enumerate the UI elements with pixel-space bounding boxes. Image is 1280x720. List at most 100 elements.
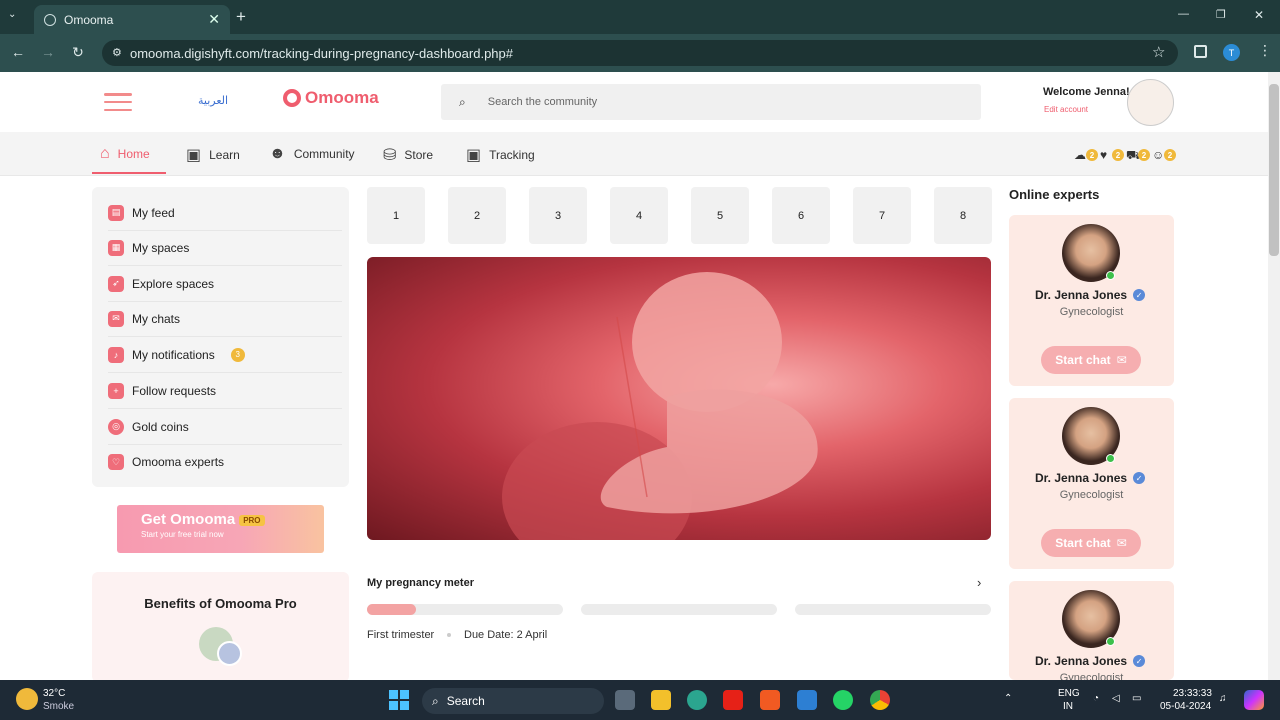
week-button[interactable]: 3	[529, 187, 587, 244]
whatsapp-icon[interactable]	[833, 690, 853, 710]
brave-icon[interactable]	[760, 690, 780, 710]
expert-card: Dr. Jenna Jones ✓ Gynecologist Start chat…	[1009, 398, 1174, 569]
week-button[interactable]: 7	[853, 187, 911, 244]
sidebar-item-label: My notifications	[132, 347, 215, 362]
sidebar-item-my-feed[interactable]: ▤ My feed	[108, 195, 342, 231]
friends-icon[interactable]: ☺ 2	[1152, 148, 1176, 164]
nav-store-label: Store	[404, 148, 434, 162]
forward-icon[interactable]: →	[38, 44, 58, 60]
week-button[interactable]: 8	[934, 187, 992, 244]
chevron-right-icon[interactable]: ›	[977, 575, 981, 590]
file-explorer-icon[interactable]	[651, 690, 671, 710]
verified-icon: ✓	[1133, 472, 1146, 484]
tab-list-chevron-icon[interactable]: ⌄	[8, 9, 16, 20]
site-info-icon[interactable]: ⚙	[112, 46, 122, 59]
nav-store[interactable]: ⛁ Store	[383, 145, 433, 165]
weather-icon[interactable]	[16, 688, 38, 710]
youtube-icon[interactable]	[723, 690, 743, 710]
sidebar-item-explore-spaces[interactable]: ➶ Explore spaces	[108, 266, 342, 302]
week-button[interactable]: 4	[610, 187, 668, 244]
clock-date[interactable]: 05-04-2024	[1160, 701, 1211, 712]
sidebar-item-omooma-experts[interactable]: ♡ Omooma experts	[108, 444, 342, 480]
close-tab-icon[interactable]: ✕	[208, 11, 220, 28]
cart-icon[interactable]: ⛟ 2	[1126, 148, 1150, 164]
sidebar-item-my-chats[interactable]: ✉ My chats	[108, 301, 342, 337]
search-placeholder: Search the community	[487, 96, 598, 108]
start-chat-label: Start chat	[1055, 536, 1111, 550]
online-experts-title: Online experts	[1009, 187, 1100, 202]
copilot-icon[interactable]	[1244, 690, 1264, 710]
favorites-icon[interactable]: ♥ 2	[1100, 148, 1124, 164]
week-button[interactable]: 2	[448, 187, 506, 244]
reload-icon[interactable]: ↻	[68, 44, 88, 61]
search-icon: ⌕	[459, 94, 466, 109]
new-tab-button[interactable]: +	[236, 7, 246, 27]
expert-name: Dr. Jenna Jones	[1035, 654, 1128, 668]
notification-bell-icon[interactable]: ♫	[1219, 693, 1227, 704]
verified-icon: ✓	[1133, 655, 1146, 667]
profile-avatar[interactable]: T	[1223, 44, 1240, 61]
expert-name: Dr. Jenna Jones	[1035, 471, 1128, 485]
wifi-icon[interactable]: ◔	[1093, 693, 1099, 704]
stethoscope-icon: ♡	[108, 454, 124, 470]
browser-tab[interactable]: Omooma ✕	[34, 5, 230, 34]
feed-icon: ▤	[108, 204, 124, 221]
week-button[interactable]: 1	[367, 187, 425, 244]
window-close-button[interactable]: ✕	[1254, 8, 1264, 22]
minimize-button[interactable]: —	[1178, 8, 1189, 20]
pro-badge: PRO	[239, 514, 265, 526]
back-icon[interactable]: ←	[8, 44, 28, 60]
sidebar-item-label: My chats	[132, 311, 181, 326]
chrome-icon[interactable]	[870, 690, 890, 710]
pro-promo-banner[interactable]: Get Omooma PRO Start your free trial now	[117, 505, 324, 553]
community-icon: ☻	[269, 145, 286, 162]
battery-icon[interactable]: ▭	[1132, 693, 1141, 704]
nav-learn[interactable]: ▣ Learn	[186, 145, 240, 165]
clock-time[interactable]: 23:33:33	[1173, 688, 1212, 699]
start-chat-button[interactable]: Start chat ✉	[1041, 529, 1141, 557]
task-view-icon[interactable]	[615, 690, 635, 710]
messages-icon[interactable]: ☁ 2	[1074, 148, 1098, 164]
week-button[interactable]: 6	[772, 187, 830, 244]
favorites-count: 2	[1112, 149, 1124, 161]
url-bar[interactable]: omooma.digishyft.com/tracking-during-pre…	[102, 40, 1178, 66]
separator-dot	[447, 633, 451, 637]
edge-icon[interactable]	[687, 690, 707, 710]
sidebar-item-label: Omooma experts	[132, 455, 225, 469]
chevron-up-icon[interactable]: ⌃	[1004, 693, 1012, 704]
side-panel-icon[interactable]	[1194, 45, 1207, 58]
search-input[interactable]: ⌕ Search the community	[441, 84, 981, 120]
vscode-icon[interactable]	[797, 690, 817, 710]
hamburger-menu-icon[interactable]	[104, 93, 132, 111]
language-link[interactable]: العربية	[198, 94, 228, 107]
language-code[interactable]: ENG	[1058, 688, 1080, 699]
sidebar-item-gold-coins[interactable]: ◎ Gold coins	[108, 409, 342, 445]
taskbar-search[interactable]: ⌕ Search	[422, 688, 604, 714]
scrollbar-thumb[interactable]	[1269, 84, 1279, 256]
nav-tracking[interactable]: ▣ Tracking	[466, 145, 535, 165]
maximize-button[interactable]: ❐	[1216, 8, 1226, 21]
user-avatar[interactable]	[1127, 79, 1174, 126]
coin-icon: ◎	[108, 418, 124, 435]
sidebar-item-follow-requests[interactable]: + Follow requests	[108, 373, 342, 409]
week-button[interactable]: 5	[691, 187, 749, 244]
windows-start-icon[interactable]	[389, 690, 409, 710]
sidebar-item-my-spaces[interactable]: ▦ My spaces	[108, 230, 342, 266]
trimester-label: First trimester	[367, 629, 435, 641]
sidebar-item-my-notifications[interactable]: ♪ My notifications 3	[108, 337, 342, 373]
cart-count: 2	[1138, 149, 1150, 161]
browser-menu-icon[interactable]: ⋮	[1258, 42, 1272, 59]
online-status-dot	[1106, 637, 1115, 646]
trimester-3-bar	[795, 604, 991, 615]
omooma-logo[interactable]: Omooma	[283, 88, 379, 108]
nav-home[interactable]: ⌂ Home	[100, 145, 150, 163]
start-chat-button[interactable]: Start chat ✉	[1041, 346, 1141, 374]
bookmark-star-icon[interactable]: ☆	[1152, 43, 1165, 61]
taskbar-search-label: Search	[446, 694, 485, 708]
edit-account-link[interactable]: Edit account	[1044, 105, 1088, 114]
pregnancy-progress-fill	[367, 604, 416, 615]
volume-icon[interactable]: ◁	[1112, 693, 1120, 704]
url-text: omooma.digishyft.com/tracking-during-pre…	[130, 45, 513, 61]
nav-community[interactable]: ☻ Community	[269, 145, 355, 163]
spaces-icon: ▦	[108, 239, 124, 256]
